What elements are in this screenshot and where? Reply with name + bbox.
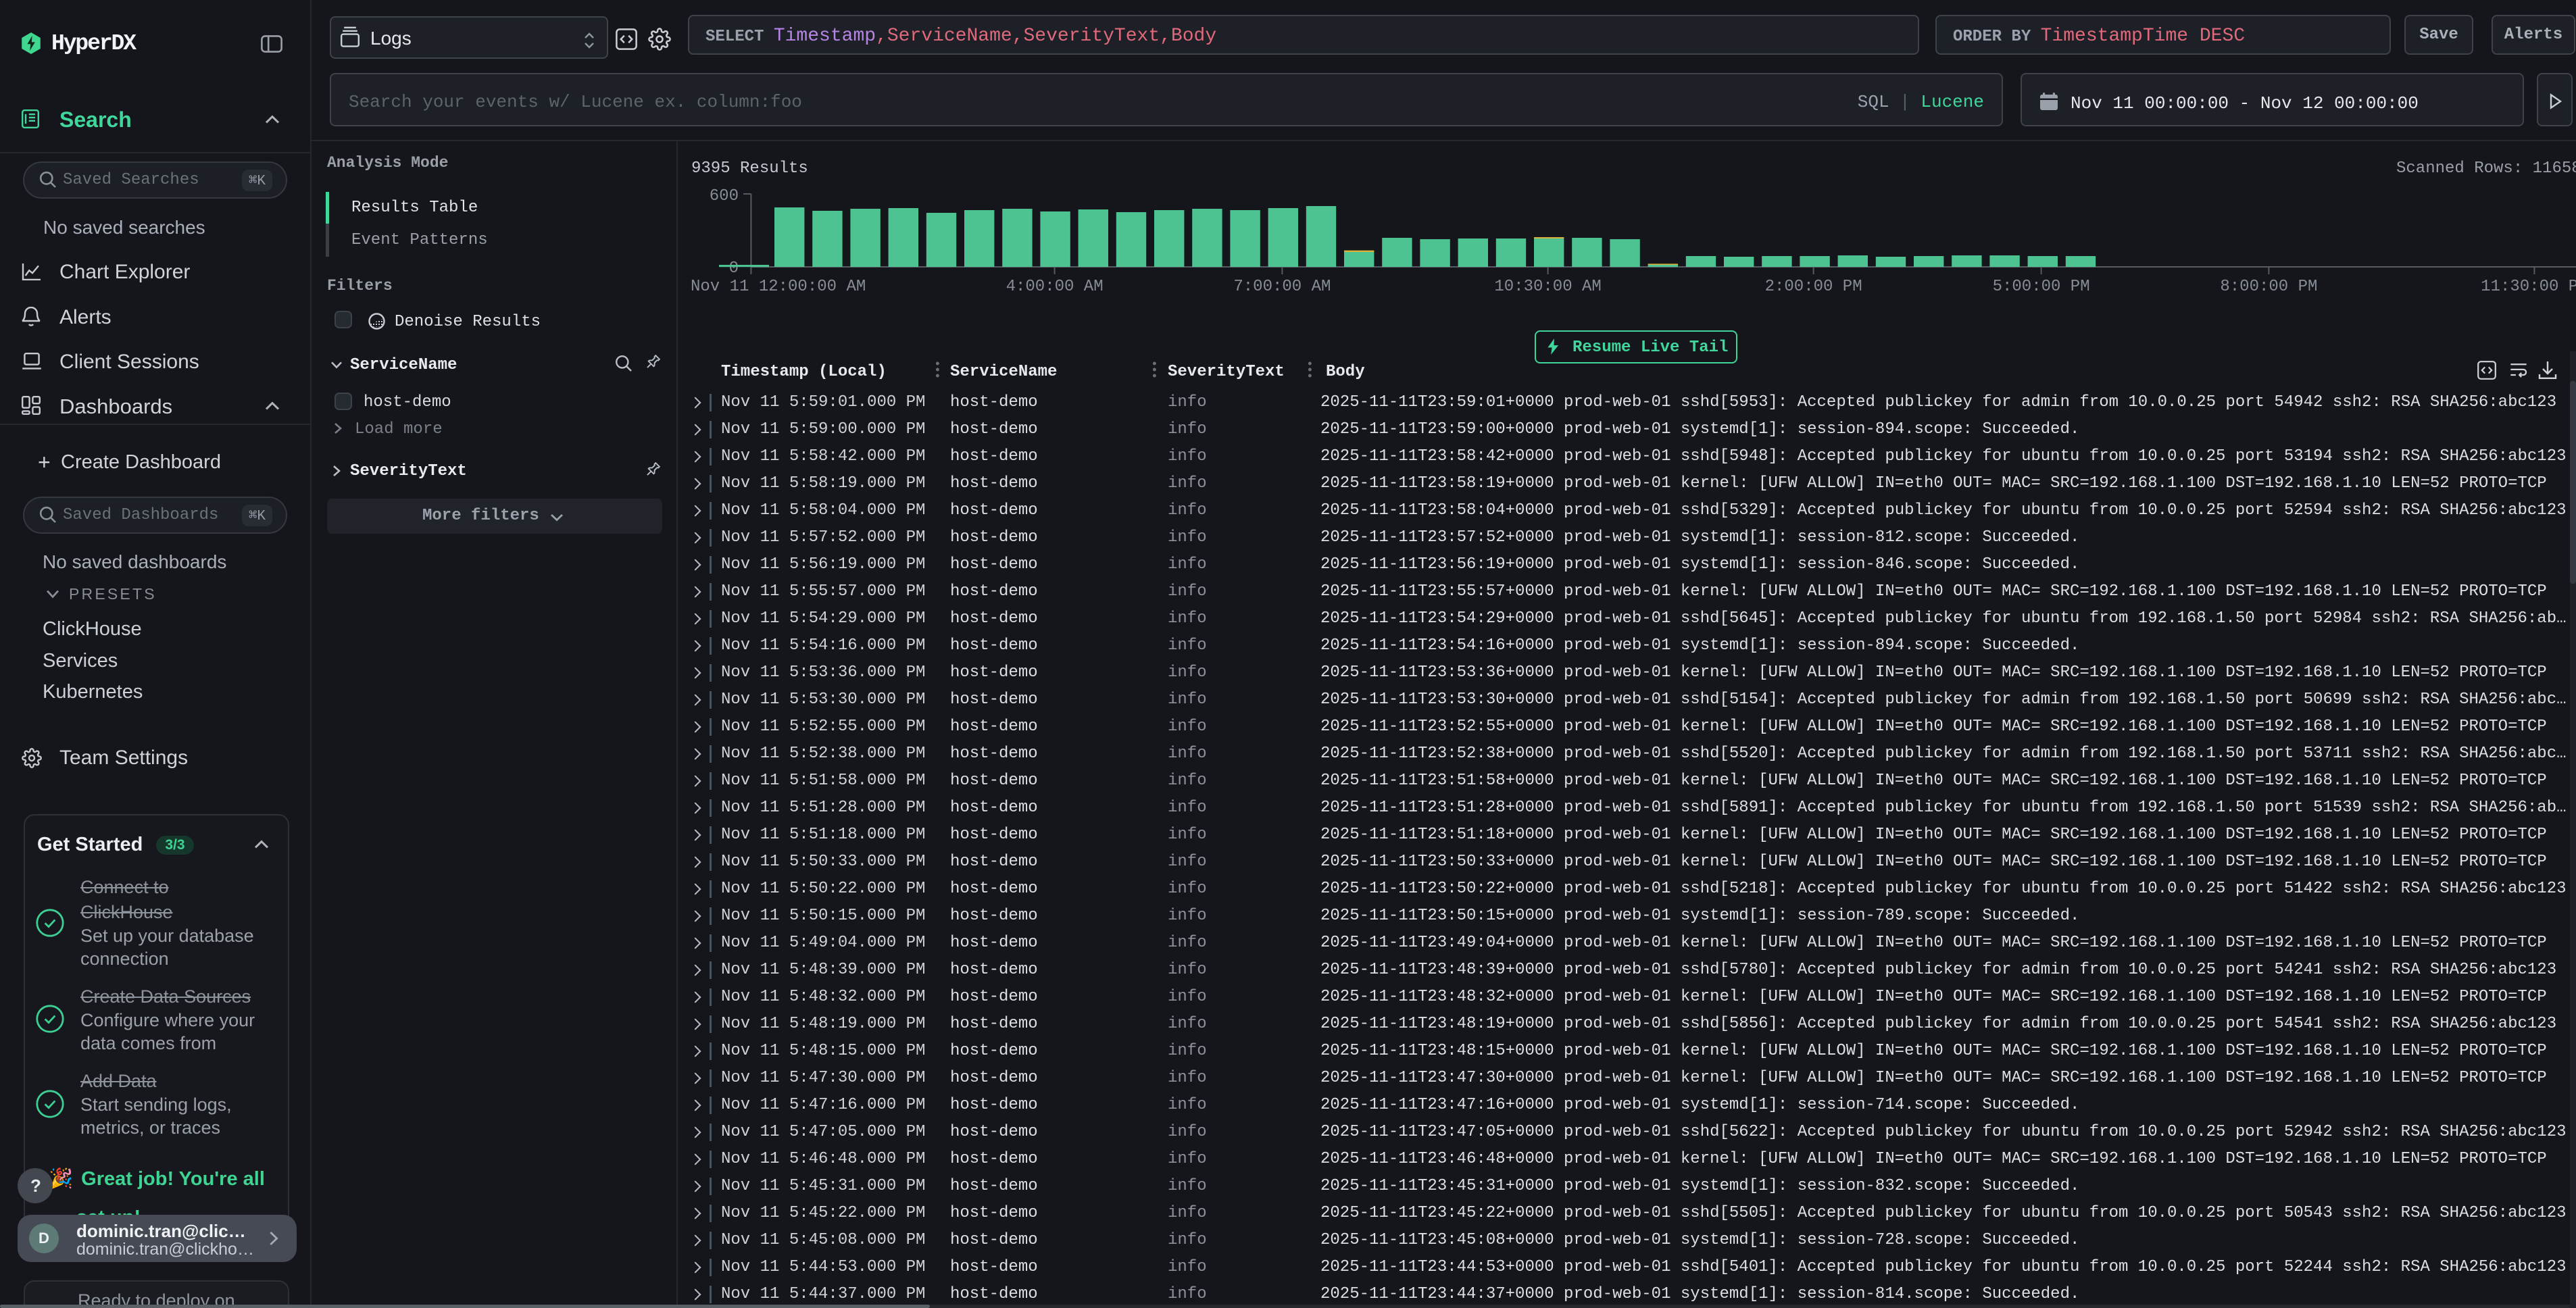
svg-text:600: 600: [710, 187, 739, 205]
svg-text:5:00:00 PM: 5:00:00 PM: [1993, 278, 2090, 296]
svg-text:0: 0: [729, 259, 739, 278]
svg-text:11:30:00 PM: 11:30:00 PM: [2481, 278, 2576, 296]
svg-text:8:00:00 PM: 8:00:00 PM: [2220, 278, 2317, 296]
svg-text:Nov 11 12:00:00 AM: Nov 11 12:00:00 AM: [691, 278, 866, 296]
svg-text:10:30:00 AM: 10:30:00 AM: [1494, 278, 1601, 296]
svg-text:4:00:00 AM: 4:00:00 AM: [1006, 278, 1104, 296]
svg-text:7:00:00 AM: 7:00:00 AM: [1233, 278, 1331, 296]
svg-text:2:00:00 PM: 2:00:00 PM: [1765, 278, 1862, 296]
